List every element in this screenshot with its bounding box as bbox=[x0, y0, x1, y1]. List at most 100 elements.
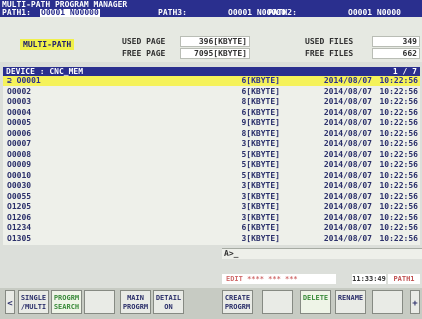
program-date: 2014/08/07 bbox=[323, 118, 372, 127]
softkey-create-progrm[interactable]: CREATE PROGRM bbox=[222, 290, 253, 314]
program-name: O0004 bbox=[7, 107, 32, 117]
program-row[interactable]: O1206 3[KBYTE] 2014/08/07 10:22:56 bbox=[3, 213, 420, 223]
multi-path-label: MULTI-PATH bbox=[20, 39, 75, 50]
title-bar: MULTI-PATH PROGRAM MANAGER PATH1: O0001 … bbox=[0, 0, 422, 17]
program-row[interactable]: O1305 3[KBYTE] 2014/08/07 10:22:56 bbox=[3, 234, 420, 244]
program-name: O0002 bbox=[7, 86, 32, 96]
softkey-prev-arrow[interactable]: < bbox=[5, 290, 15, 314]
program-row[interactable]: O0006 8[KBYTE] 2014/08/07 10:22:56 bbox=[3, 129, 420, 139]
program-time: 10:22:56 bbox=[379, 97, 418, 106]
program-date: 2014/08/07 bbox=[323, 128, 372, 138]
program-time: 10:22:56 bbox=[379, 86, 418, 96]
memory-info-panel: MULTI-PATH USED PAGE 396[KBYTE] FREE PAG… bbox=[0, 17, 422, 62]
program-row[interactable]: O0010 5[KBYTE] 2014/08/07 10:22:56 bbox=[3, 171, 420, 181]
program-row[interactable]: O1234 6[KBYTE] 2014/08/07 10:22:56 bbox=[3, 223, 420, 233]
program-time: 10:22:56 bbox=[379, 76, 418, 85]
program-size: 3[KBYTE] bbox=[241, 233, 280, 243]
program-row[interactable]: O0004 6[KBYTE] 2014/08/07 10:22:56 bbox=[3, 108, 420, 118]
program-time: 10:22:56 bbox=[379, 223, 418, 232]
path1-label: PATH1: bbox=[2, 8, 31, 17]
free-page-value: 7095[KBYTE] bbox=[180, 48, 250, 59]
program-time: 10:22:56 bbox=[379, 181, 418, 190]
program-size: 6[KBYTE] bbox=[241, 76, 280, 85]
program-name: O1305 bbox=[7, 233, 32, 243]
path2-label: PATH2: bbox=[268, 8, 297, 17]
program-date: 2014/08/07 bbox=[323, 223, 372, 232]
program-date: 2014/08/07 bbox=[323, 191, 372, 201]
program-name: O0010 bbox=[7, 170, 32, 180]
program-size: 3[KBYTE] bbox=[241, 202, 280, 211]
page-indicator: 1 / 7 bbox=[392, 67, 417, 76]
program-name: ⊇ O0001 bbox=[7, 76, 41, 85]
program-list: ⊇ O0001 6[KBYTE] 2014/08/07 10:22:56 O0002 6… bbox=[3, 76, 420, 245]
program-time: 10:22:56 bbox=[379, 212, 418, 222]
program-row[interactable]: O0055 3[KBYTE] 2014/08/07 10:22:56 bbox=[3, 192, 420, 202]
program-time: 10:22:56 bbox=[379, 191, 418, 201]
softkey-blank[interactable] bbox=[372, 290, 403, 314]
softkey-delete[interactable]: DELETE bbox=[300, 290, 331, 314]
softkey-next-arrow[interactable]: + bbox=[410, 290, 420, 314]
program-row[interactable]: O0007 3[KBYTE] 2014/08/07 10:22:56 bbox=[3, 139, 420, 149]
program-date: 2014/08/07 bbox=[323, 202, 372, 211]
program-size: 5[KBYTE] bbox=[241, 149, 280, 159]
program-size: 9[KBYTE] bbox=[241, 118, 280, 127]
program-size: 5[KBYTE] bbox=[241, 160, 280, 169]
program-time: 10:22:56 bbox=[379, 202, 418, 211]
program-row[interactable]: O0002 6[KBYTE] 2014/08/07 10:22:56 bbox=[3, 87, 420, 97]
used-files-label: USED FILES bbox=[305, 37, 354, 46]
program-size: 8[KBYTE] bbox=[241, 128, 280, 138]
program-date: 2014/08/07 bbox=[323, 97, 372, 106]
program-name: O0006 bbox=[7, 128, 32, 138]
program-size: 3[KBYTE] bbox=[241, 181, 280, 190]
program-time: 10:22:56 bbox=[379, 107, 418, 117]
softkey-single-multi[interactable]: SINGLE /MULTI bbox=[18, 290, 49, 314]
softkey-blank[interactable] bbox=[262, 290, 293, 314]
program-size: 3[KBYTE] bbox=[241, 139, 280, 148]
softkey-blank[interactable] bbox=[84, 290, 115, 314]
mode-status: EDIT **** *** *** bbox=[222, 274, 336, 284]
program-date: 2014/08/07 bbox=[323, 212, 372, 222]
program-name: O0005 bbox=[7, 118, 32, 127]
program-time: 10:22:56 bbox=[379, 118, 418, 127]
softkey-rename[interactable]: RENAME bbox=[335, 290, 366, 314]
program-row[interactable]: O0005 9[KBYTE] 2014/08/07 10:22:56 bbox=[3, 118, 420, 128]
program-row[interactable]: O0030 3[KBYTE] 2014/08/07 10:22:56 bbox=[3, 181, 420, 191]
program-row[interactable]: ⊇ O0001 6[KBYTE] 2014/08/07 10:22:56 bbox=[3, 76, 420, 86]
device-header: DEVICE : CNC_MEM 1 / 7 bbox=[3, 67, 420, 76]
program-row[interactable]: O0003 8[KBYTE] 2014/08/07 10:22:56 bbox=[3, 97, 420, 107]
program-time: 10:22:56 bbox=[379, 233, 418, 243]
program-date: 2014/08/07 bbox=[323, 170, 372, 180]
program-name: O0030 bbox=[7, 181, 32, 190]
program-size: 5[KBYTE] bbox=[241, 170, 280, 180]
path3-label: PATH3: bbox=[158, 8, 187, 17]
program-time: 10:22:56 bbox=[379, 149, 418, 159]
status-line: EDIT **** *** *** 11:33:49 PATH1 bbox=[222, 274, 420, 284]
path2-value: O0001 N0000 bbox=[348, 8, 401, 17]
softkey-main-progrm[interactable]: MAIN PROGRM bbox=[120, 290, 151, 314]
softkey-detail-on[interactable]: DETAIL ON bbox=[153, 290, 184, 314]
program-name: O1206 bbox=[7, 212, 32, 222]
program-size: 6[KBYTE] bbox=[241, 86, 280, 96]
program-size: 3[KBYTE] bbox=[241, 212, 280, 222]
cnc-screen: MULTI-PATH PROGRAM MANAGER PATH1: O0001 … bbox=[0, 0, 422, 319]
free-files-value: 662 bbox=[372, 48, 420, 59]
program-name: O0055 bbox=[7, 191, 32, 201]
program-row[interactable]: O0008 5[KBYTE] 2014/08/07 10:22:56 bbox=[3, 150, 420, 160]
clock: 11:33:49 bbox=[352, 274, 386, 284]
program-name: O0009 bbox=[7, 160, 32, 169]
device-label: DEVICE : CNC_MEM bbox=[6, 67, 84, 76]
program-row[interactable]: O0009 5[KBYTE] 2014/08/07 10:22:56 bbox=[3, 160, 420, 170]
softkey-bar: < SINGLE /MULTI PROGRM SEARCH MAIN PROGRM DE… bbox=[0, 288, 422, 319]
program-name: O1234 bbox=[7, 223, 32, 232]
program-date: 2014/08/07 bbox=[323, 149, 372, 159]
program-name: O0007 bbox=[7, 139, 32, 148]
program-date: 2014/08/07 bbox=[323, 181, 372, 190]
program-date: 2014/08/07 bbox=[323, 160, 372, 169]
free-page-label: FREE PAGE bbox=[122, 49, 166, 58]
program-size: 3[KBYTE] bbox=[241, 191, 280, 201]
softkey-progrm-search[interactable]: PROGRM SEARCH bbox=[51, 290, 82, 314]
active-path: PATH1 bbox=[388, 274, 420, 284]
key-input-line[interactable]: A>_ bbox=[222, 248, 422, 259]
used-page-value: 396[KBYTE] bbox=[180, 36, 250, 47]
program-row[interactable]: O1205 3[KBYTE] 2014/08/07 10:22:56 bbox=[3, 202, 420, 212]
